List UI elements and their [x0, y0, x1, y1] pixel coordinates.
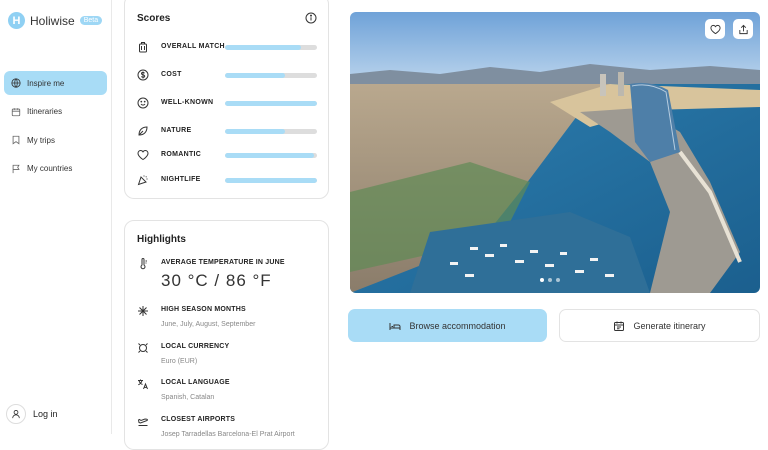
sidebar-item-my-countries[interactable]: My countries	[4, 157, 107, 181]
logo-mark-icon: H	[8, 12, 25, 29]
highlights-title: Highlights	[137, 234, 186, 245]
user-icon	[12, 410, 20, 419]
score-bar-nature	[225, 128, 317, 134]
carousel-dot[interactable]	[540, 278, 544, 282]
app-name: Holiwise	[30, 13, 75, 28]
leaf-icon	[138, 126, 148, 136]
carousel-dot[interactable]	[548, 278, 552, 282]
score-row-cost: COST	[137, 65, 319, 85]
globe-icon	[11, 78, 21, 88]
score-bar-romantic	[225, 152, 317, 158]
smile-icon	[137, 97, 149, 109]
carousel-dot[interactable]	[556, 278, 560, 282]
browse-accommodation-button[interactable]: Browse accommodation	[348, 309, 547, 342]
translate-icon	[138, 379, 148, 390]
heart-icon	[709, 24, 721, 34]
temperature-value: 30 °C / 86 °F	[161, 271, 272, 290]
dollar-icon	[137, 69, 149, 81]
scores-title: Scores	[137, 13, 171, 24]
thermometer-icon	[140, 258, 147, 270]
score-label: NIGHTLIFE	[161, 176, 201, 183]
highlight-currency: LOCAL CURRENCY Euro (EUR)	[137, 342, 317, 372]
sidebar: H Holiwise Beta Inspire me Itineraries M…	[0, 0, 112, 434]
beta-badge: Beta	[79, 16, 103, 25]
highlight-label: LOCAL CURRENCY	[161, 343, 230, 350]
coin-icon	[138, 343, 148, 353]
score-row-nature: NATURE	[137, 121, 319, 141]
login-label: Log in	[33, 409, 58, 419]
sidebar-item-inspire-me[interactable]: Inspire me	[4, 71, 107, 95]
score-label: ROMANTIC	[161, 151, 202, 158]
sidebar-item-label: Itineraries	[27, 107, 63, 116]
score-label: WELL-KNOWN	[161, 99, 214, 106]
favorite-button[interactable]	[705, 19, 725, 39]
browse-accommodation-label: Browse accommodation	[409, 320, 506, 331]
score-label: OVERALL MATCH	[161, 43, 225, 50]
score-row-nightlife: NIGHTLIFE	[137, 170, 319, 190]
highlight-label: CLOSEST AIRPORTS	[161, 416, 236, 423]
score-bar-well-known	[225, 100, 317, 106]
score-bar-nightlife	[225, 177, 317, 183]
avatar	[6, 404, 26, 424]
generate-itinerary-button[interactable]: Generate itinerary	[559, 309, 760, 342]
score-row-well-known: WELL-KNOWN	[137, 93, 319, 113]
generate-itinerary-label: Generate itinerary	[633, 320, 706, 331]
flag-icon	[12, 164, 20, 173]
score-label: NATURE	[161, 127, 192, 134]
highlights-card: Highlights AVERAGE TEMPERATURE IN JUNE 3…	[124, 220, 329, 450]
highlight-high-season: HIGH SEASON MONTHS June, July, August, S…	[137, 305, 317, 335]
info-icon[interactable]	[305, 12, 317, 24]
heart-icon	[137, 149, 149, 161]
share-icon	[738, 24, 748, 34]
highlight-language: LOCAL LANGUAGE Spanish, Catalan	[137, 378, 317, 408]
party-icon	[137, 175, 148, 186]
calendar-icon	[614, 321, 625, 331]
score-label: COST	[161, 71, 182, 78]
highlight-label: LOCAL LANGUAGE	[161, 379, 230, 386]
share-button[interactable]	[733, 19, 753, 39]
highlight-label: HIGH SEASON MONTHS	[161, 306, 246, 313]
highlight-value: Spanish, Catalan	[161, 394, 215, 401]
score-bar-cost	[225, 72, 317, 78]
bed-icon	[389, 322, 401, 330]
sidebar-item-itineraries[interactable]: Itineraries	[4, 100, 107, 124]
highlight-value: Josep Tarradellas Barcelona-El Prat Airp…	[161, 431, 295, 438]
score-bar-overall-match	[225, 44, 317, 50]
destination-photo[interactable]	[350, 12, 760, 293]
plane-icon	[137, 418, 148, 426]
score-row-romantic: ROMANTIC	[137, 145, 319, 165]
highlight-label: AVERAGE TEMPERATURE IN JUNE	[161, 259, 285, 266]
bookmark-icon	[12, 135, 20, 145]
score-row-overall-match: OVERALL MATCH	[137, 37, 319, 57]
sidebar-item-label: Inspire me	[27, 78, 65, 88]
highlight-temperature: AVERAGE TEMPERATURE IN JUNE 30 °C / 86 °…	[137, 258, 317, 298]
scores-card: Scores OVERALL MATCH COST WELL-KNOWN NAT…	[124, 0, 329, 199]
sidebar-item-label: My trips	[27, 135, 55, 145]
sidebar-item-my-trips[interactable]: My trips	[4, 128, 107, 152]
calendar-icon	[11, 107, 21, 116]
app-logo[interactable]: H Holiwise Beta	[8, 12, 103, 29]
highlight-value: Euro (EUR)	[161, 358, 198, 365]
sun-snow-icon	[138, 306, 148, 316]
sidebar-item-label: My countries	[27, 164, 73, 173]
highlight-value: June, July, August, September	[161, 321, 256, 328]
sidebar-nav: Inspire me Itineraries My trips My count…	[4, 71, 107, 185]
highlight-airports: CLOSEST AIRPORTS Josep Tarradellas Barce…	[137, 415, 317, 445]
login-button[interactable]: Log in	[6, 404, 58, 424]
barcelona-aerial-image	[350, 12, 760, 293]
carousel-dots	[540, 278, 560, 282]
luggage-icon	[139, 42, 147, 53]
